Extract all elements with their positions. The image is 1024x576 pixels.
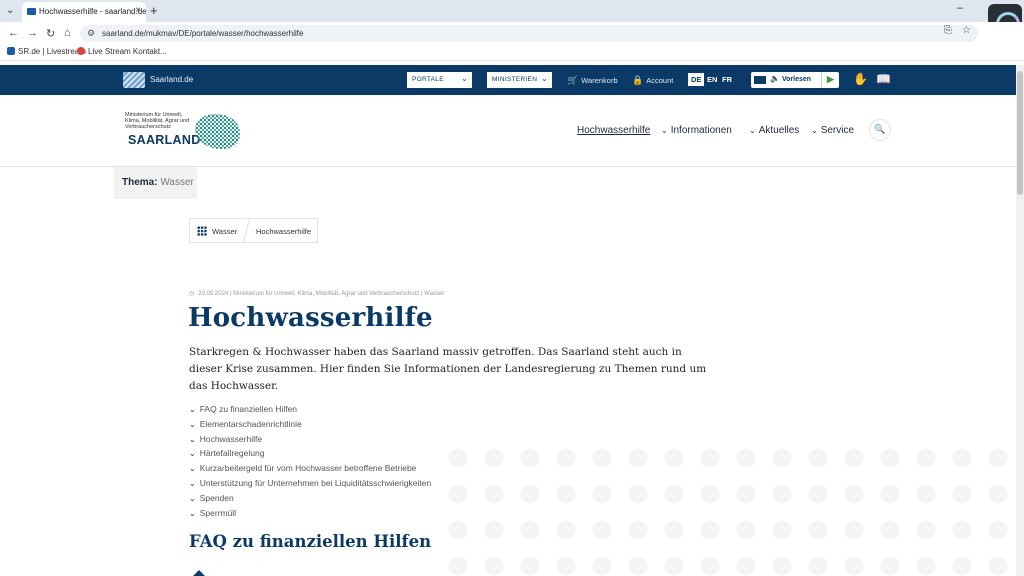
toc-item[interactable]: ⌄ Härtefallregelung	[189, 448, 431, 463]
speaker-icon: 🔈	[770, 74, 780, 83]
reload-icon[interactable]: ↻	[46, 27, 55, 40]
bookmark-item[interactable]: Live Stream Kontakt...	[77, 47, 167, 56]
install-app-icon[interactable]: ⎘	[944, 25, 952, 36]
close-tab-icon[interactable]: ×	[135, 5, 141, 16]
home-icon[interactable]: ⌂	[64, 27, 71, 39]
warenkorb-link[interactable]: 🛒 Warenkorb	[567, 75, 618, 86]
easy-language-icon[interactable]: 📖	[876, 72, 891, 86]
portale-dropdown[interactable]: PORTALE ⌄	[407, 72, 472, 88]
forward-arrow-icon[interactable]: →	[27, 27, 38, 39]
intro-text: Starkregen & Hochwasser haben das Saarla…	[189, 346, 707, 392]
breadcrumb-item-wasser[interactable]: Wasser	[212, 227, 237, 236]
table-of-contents: ⌄ FAQ zu finanziellen Hilfen ⌄ Elementarsc…	[189, 404, 431, 522]
vorlesen-button[interactable]: 🔈 Vorlesen ▶	[751, 72, 839, 88]
bookmark-item[interactable]: SR.de | Livestream	[7, 47, 86, 56]
chevron-down-icon: ⌄	[749, 126, 756, 135]
scrollbar-thumb[interactable]	[1017, 71, 1023, 195]
bookmarks-bar: SR.de | Livestream Live Stream Kontakt..…	[0, 45, 1024, 61]
breadcrumb-item-hochwasserhilfe: Hochwasserhilfe	[256, 227, 312, 236]
lang-de[interactable]: DE	[688, 73, 705, 86]
browser-tab[interactable]: Hochwasserhilfe - saarland.de ×	[22, 2, 146, 22]
chevron-down-icon: ⌄	[189, 449, 196, 459]
section-title: FAQ zu finanziellen Hilfen	[189, 532, 432, 551]
browser-tab-bar: ⌄ Hochwasserhilfe - saarland.de × + –	[0, 0, 1024, 38]
chevron-down-icon: ⌄	[811, 126, 818, 135]
chevron-down-icon: ⌄	[189, 434, 196, 444]
chevron-down-icon: ⌄	[661, 126, 668, 135]
site-header: Ministerium für Umwelt, Klima, Mobilität…	[0, 95, 1016, 167]
site-logo-text[interactable]: Saarland.de	[150, 75, 193, 84]
saarland-logo-icon[interactable]	[123, 72, 145, 88]
url-text: saarland.de/mukmav/DE/portale/wasser/hoc…	[102, 29, 304, 38]
bookmark-star-icon[interactable]: ☆	[962, 25, 971, 36]
scroll-top-arrow-icon[interactable]	[193, 570, 205, 576]
lock-icon: 🔒	[632, 75, 644, 85]
breadcrumb-separator	[242, 219, 251, 242]
nav-hochwasserhilfe[interactable]: Hochwasserhilfe	[577, 125, 650, 136]
thema-label: Thema:	[122, 177, 158, 188]
breadcrumb: Wasser Hochwasserhilfe	[189, 218, 318, 243]
thema-tag[interactable]: Thema: Wasser	[114, 167, 197, 199]
chevron-down-icon: ⌄	[189, 405, 196, 414]
toc-item[interactable]: ⌄ Elementarschadenrichtlinie	[189, 419, 431, 434]
bookmark-favicon-icon	[77, 47, 85, 55]
tab-list-chevron-icon[interactable]: ⌄	[6, 5, 14, 16]
favicon-icon	[27, 8, 36, 15]
saarland-brand[interactable]: SAARLAND	[128, 133, 201, 147]
ministry-name[interactable]: Ministerium für Umwelt, Klima, Mobilität…	[125, 112, 195, 130]
toc-item[interactable]: ⌄ FAQ zu finanziellen Hilfen	[189, 404, 431, 419]
toc-item[interactable]: ⌄ Sperrmüll	[189, 508, 431, 523]
saarland-map-logo-icon[interactable]	[195, 114, 240, 149]
grid-icon	[197, 226, 207, 236]
chevron-down-icon: ⌄	[540, 74, 548, 83]
new-tab-icon[interactable]: +	[150, 3, 158, 18]
chevron-down-icon: ⌄	[460, 74, 468, 83]
url-field[interactable]: ⚙ saarland.de/mukmav/DE/portale/wasser/h…	[80, 25, 978, 42]
account-link[interactable]: 🔒 Account	[632, 75, 673, 86]
sign-language-icon[interactable]: ✋	[853, 72, 868, 86]
chevron-down-icon: ⌄	[189, 419, 196, 429]
search-button[interactable]: 🔍	[869, 119, 891, 141]
lang-fr[interactable]: FR	[719, 73, 735, 86]
page-title: Hochwasserhilfe	[188, 303, 433, 333]
chevron-down-icon: ⌄	[189, 493, 196, 503]
ministerien-dropdown[interactable]: MINISTERIEN ⌄	[487, 72, 552, 88]
site-top-bar: Saarland.de PORTALE ⌄ MINISTERIEN ⌄ 🛒 War…	[0, 65, 1016, 95]
search-icon: 🔍	[874, 124, 886, 134]
clock-icon: ◷	[189, 291, 195, 297]
chevron-down-icon: ⌄	[189, 478, 196, 488]
nav-informationen[interactable]: ⌄ Informationen	[661, 125, 732, 136]
nav-aktuelles[interactable]: ⌄ Aktuelles	[749, 125, 799, 136]
page-scrollbar[interactable]	[1016, 65, 1024, 576]
chevron-down-icon: ⌄	[189, 508, 196, 518]
address-bar-row: ← → ↻ ⌂ ⚙ saarland.de/mukmav/DE/portale/…	[0, 22, 1024, 45]
toc-item[interactable]: ⌄ Hochwasserhilfe	[189, 434, 431, 449]
decorative-dot-pattern	[440, 440, 1016, 576]
read-bars-icon	[754, 76, 766, 84]
lang-en[interactable]: EN	[704, 73, 720, 86]
article-meta: ◷ 20.05.2024 | Ministerium für Umwelt, Kl…	[189, 291, 445, 297]
toc-item[interactable]: ⌄ Spenden	[189, 493, 431, 508]
back-arrow-icon[interactable]: ←	[8, 27, 19, 39]
toc-item[interactable]: ⌄ Unterstützung für Unternehmen bei Liqui…	[189, 478, 431, 493]
chevron-down-icon: ⌄	[189, 464, 196, 474]
minimize-icon[interactable]: –	[957, 2, 963, 14]
bookmark-favicon-icon	[7, 47, 15, 55]
site-info-icon[interactable]: ⚙	[87, 28, 95, 39]
toc-item[interactable]: ⌄ Kurzarbeitergeld für vom Hochwasser bet…	[189, 463, 431, 478]
nav-service[interactable]: ⌄ Service	[811, 125, 854, 136]
play-icon[interactable]: ▶	[821, 72, 839, 88]
thema-value: Wasser	[160, 177, 194, 188]
tab-title: Hochwasserhilfe - saarland.de	[39, 7, 146, 16]
basket-icon: 🛒	[567, 75, 579, 85]
